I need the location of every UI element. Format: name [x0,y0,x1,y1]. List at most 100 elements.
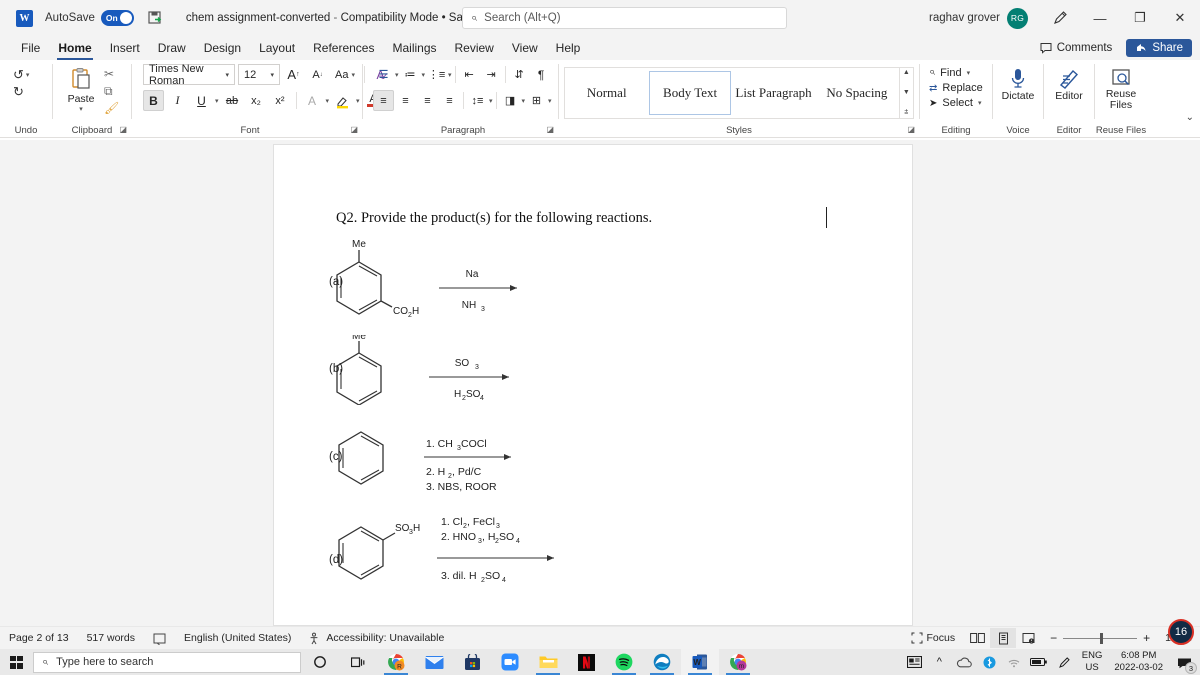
cut-icon[interactable]: ✂ [104,68,119,80]
taskbar-app-netflix[interactable] [567,649,605,675]
chevron-down-icon[interactable]: ▾ [422,71,426,79]
chevron-down-icon[interactable]: ▾ [522,97,526,105]
dictate-button[interactable]: Dictate [998,64,1038,102]
styles-scroll[interactable]: ▲ ▼ ⩲ [898,68,913,118]
chevron-down-icon[interactable]: ▾ [351,71,355,79]
underline-button[interactable]: U [191,90,212,111]
chevron-down-icon[interactable]: ▾ [356,97,360,105]
tab-draw[interactable]: Draw [149,37,195,59]
align-left-button[interactable]: ≡ [373,90,394,111]
wifi-icon[interactable] [1002,649,1027,675]
align-right-button[interactable]: ≡ [417,90,438,111]
chevron-down-icon[interactable]: ▾ [222,71,232,79]
chevron-down-icon[interactable]: ▾ [395,71,399,79]
paste-dropdown-icon[interactable]: ▾ [79,105,83,113]
paste-button[interactable]: Paste ▾ [58,64,104,113]
justify-button[interactable]: ≡ [439,90,460,111]
taskbar-app-file-explorer[interactable] [529,649,567,675]
show-hidden-icons-button[interactable]: ^ [927,649,952,675]
pen-tray-icon[interactable] [1052,649,1077,675]
save-icon[interactable] [146,9,164,27]
tab-insert[interactable]: Insert [101,37,149,59]
avatar[interactable]: RG [1007,7,1028,29]
onedrive-icon[interactable] [952,649,977,675]
zoom-out-button[interactable]: − [1050,631,1057,645]
print-layout-button[interactable] [990,628,1017,648]
zoom-thumb[interactable] [1100,632,1104,644]
styles-scroll-up-icon[interactable]: ▲ [903,69,910,76]
read-mode-button[interactable] [964,628,990,648]
tab-file[interactable]: File [12,37,49,59]
copy-icon[interactable]: ⧉ [104,85,119,97]
find-button[interactable]: ⌕ Find ▾ [929,66,983,79]
tab-references[interactable]: References [304,37,383,59]
clipboard-dialog-launcher[interactable]: ◪ [119,123,127,137]
task-view-button[interactable] [339,649,377,675]
pen-annotate-icon[interactable] [1044,0,1076,36]
line-spacing-button[interactable]: ↕≡ [467,90,488,111]
chevron-down-icon[interactable]: ▾ [326,97,330,105]
document-page[interactable]: Q2. Provide the product(s) for the follo… [274,145,912,625]
start-button[interactable] [0,649,33,675]
action-center-button[interactable]: 3 [1170,649,1198,675]
chevron-down-icon[interactable]: ▾ [978,99,982,107]
zoom-slider[interactable]: − + [1050,631,1150,645]
strikethrough-button[interactable]: ab [222,90,243,111]
reuse-files-button[interactable]: Reuse Files [1100,64,1142,111]
focus-assist-badge[interactable]: 16 [1168,619,1194,645]
chevron-down-icon[interactable]: ▾ [489,97,493,105]
collapse-ribbon-button[interactable]: ⌄ [1186,112,1194,123]
taskbar-app-spotify[interactable] [605,649,643,675]
tab-help[interactable]: Help [547,37,590,59]
chevron-down-icon[interactable]: ▾ [267,71,277,79]
replace-button[interactable]: ⇄ Replace [929,82,983,94]
language-indicator[interactable]: ENG US [1077,650,1108,674]
proofing-status[interactable] [144,627,175,650]
font-name-combo[interactable]: Times New Roman ▾ [143,63,235,87]
style-normal[interactable]: Normal [566,71,647,115]
grow-font-button[interactable]: A ↑ [283,64,304,85]
text-highlight-color-button[interactable] [332,90,353,111]
superscript-button[interactable]: x² [270,90,291,111]
share-button[interactable]: Share [1126,39,1192,57]
tab-layout[interactable]: Layout [250,37,304,59]
decrease-indent-button[interactable]: ⇤ [459,64,480,85]
taskbar-app-zoom[interactable] [491,649,529,675]
chevron-down-icon[interactable]: ▾ [967,69,971,77]
style-list-paragraph[interactable]: List Paragraph [733,71,814,115]
bluetooth-icon[interactable] [977,649,1002,675]
font-dialog-launcher[interactable]: ◪ [350,123,358,137]
restore-button[interactable]: ❐ [1120,0,1160,36]
clock[interactable]: 6:08 PM 2022-03-02 [1107,650,1170,674]
styles-scroll-down-icon[interactable]: ▼ [903,89,910,96]
paragraph-dialog-launcher[interactable]: ◪ [546,123,554,137]
italic-button[interactable]: I [167,90,188,111]
search-input[interactable]: ⌕ Search (Alt+Q) [462,7,787,29]
bullet-list-button[interactable]: ☰ [373,64,394,85]
taskbar-app-mail[interactable] [415,649,453,675]
undo-icon[interactable]: ↺ [13,68,24,81]
show-formatting-marks-button[interactable]: ¶ [531,64,552,85]
chevron-down-icon[interactable]: ▾ [548,97,552,105]
focus-mode-button[interactable]: Focus [902,627,965,650]
taskbar-app-microsoft-store[interactable] [453,649,491,675]
styles-dialog-launcher[interactable]: ◪ [907,123,915,137]
taskbar-search-input[interactable]: ⌕ Type here to search [33,651,301,673]
multilevel-list-button[interactable]: ⋮≡ [426,64,447,85]
tab-design[interactable]: Design [195,37,250,59]
shrink-font-button[interactable]: A ↓ [307,64,328,85]
redo-icon[interactable]: ↻ [13,85,24,98]
undo-dropdown-icon[interactable]: ▾ [26,71,30,79]
zoom-track[interactable] [1063,632,1138,644]
taskbar-app-word[interactable]: W [681,649,719,675]
language-indicator[interactable]: English (United States) [175,627,300,650]
borders-button[interactable]: ⊞ [526,90,547,111]
taskbar-app-edge[interactable] [643,649,681,675]
tab-mailings[interactable]: Mailings [383,37,445,59]
battery-icon[interactable] [1027,649,1052,675]
taskbar-app-chrome-m[interactable]: m [719,649,757,675]
document-title[interactable]: chem assignment-converted - Compatibilit… [186,12,500,24]
tab-home[interactable]: Home [49,37,100,60]
align-center-button[interactable]: ≡ [395,90,416,111]
increase-indent-button[interactable]: ⇥ [481,64,502,85]
